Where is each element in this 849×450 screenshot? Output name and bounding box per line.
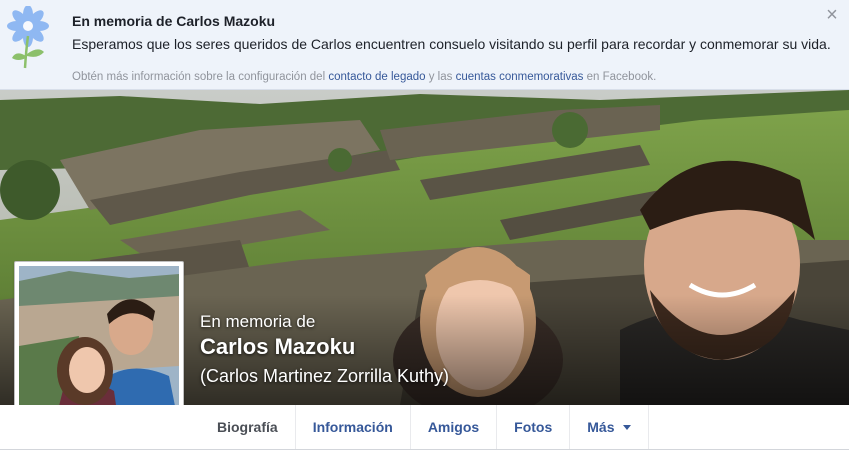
- memorialized-accounts-link[interactable]: cuentas conmemorativas: [456, 71, 584, 83]
- banner-footnote: Obtén más información sobre la configura…: [72, 71, 656, 83]
- memorial-banner: En memoria de Carlos Mazoku Esperamos qu…: [0, 0, 849, 90]
- tab-more-label: Más: [587, 419, 615, 435]
- flower-icon: [7, 6, 49, 69]
- legacy-contact-link[interactable]: contacto de legado: [328, 71, 425, 83]
- tab-about[interactable]: Información: [294, 405, 410, 449]
- profile-name[interactable]: Carlos Mazoku: [200, 334, 355, 360]
- tab-friends[interactable]: Amigos: [409, 405, 496, 449]
- avatar: [19, 266, 179, 426]
- footnote-text: y las: [425, 71, 456, 83]
- chevron-down-icon: [622, 424, 631, 430]
- tab-timeline[interactable]: Biografía: [200, 405, 295, 449]
- banner-title: En memoria de Carlos Mazoku: [72, 13, 276, 29]
- close-icon[interactable]: ×: [823, 5, 841, 25]
- tab-more[interactable]: Más: [569, 405, 649, 449]
- profile-nav: Biografía Información Amigos Fotos Más: [0, 405, 849, 450]
- footnote-text: Obtén más información sobre la configura…: [72, 71, 329, 83]
- memorial-label: En memoria de: [200, 312, 316, 331]
- profile-tabs: Biografía Información Amigos Fotos Más: [200, 405, 649, 449]
- footnote-text: en Facebook.: [583, 71, 657, 83]
- tab-photos[interactable]: Fotos: [496, 405, 569, 449]
- alternate-name: (Carlos Martinez Zorrilla Kuthy): [200, 366, 450, 386]
- banner-message: Esperamos que los seres queridos de Carl…: [72, 36, 831, 52]
